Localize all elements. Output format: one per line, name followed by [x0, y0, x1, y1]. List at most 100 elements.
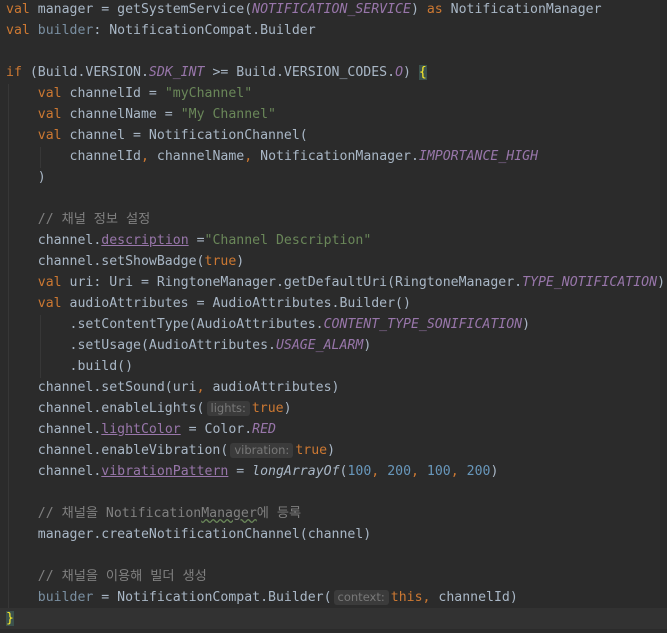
code-token: (Build.VERSION.	[29, 65, 149, 80]
keyword-token: val	[37, 107, 70, 122]
code-line[interactable]: val audioAttributes = AudioAttributes.Bu…	[0, 293, 667, 314]
constant-token: SDK_INT	[148, 65, 205, 80]
matched-brace: }	[6, 611, 14, 626]
code-line[interactable]: if (Build.VERSION.SDK_INT >= Build.VERSI…	[0, 62, 667, 83]
code-token: )	[37, 170, 46, 185]
comment: // 채널을 이용해 빌더 생성	[37, 569, 207, 584]
code-line[interactable]: val channelName = "My Channel"	[0, 104, 667, 125]
comment: // 채널 정보 설정	[37, 212, 151, 227]
string-literal: "Channel Description"	[204, 233, 372, 248]
code-token: =	[228, 464, 253, 479]
code-line[interactable]: val channel = NotificationChannel(	[0, 125, 667, 146]
variable-token: builder	[37, 590, 94, 605]
code-line[interactable]: channel.enableVibration(vibration: true)	[0, 440, 667, 461]
code-line[interactable]: channelId, channelName, NotificationMana…	[0, 146, 667, 167]
keyword-token: val	[37, 128, 70, 143]
code-line[interactable]: manager.createNotificationChannel(channe…	[0, 524, 667, 545]
code-line[interactable]: val manager = getSystemService(NOTIFICAT…	[0, 0, 667, 20]
code-token: )	[236, 254, 245, 269]
code-line[interactable]: channel.setSound(uri, audioAttributes)	[0, 377, 667, 398]
constant-token: USAGE_ALARM	[275, 338, 364, 353]
keyword-token: val	[37, 296, 70, 311]
parameter-hint: lights:	[206, 401, 250, 416]
constant-token: NOTIFICATION_SERVICE	[252, 2, 411, 17]
keyword-token: val	[37, 86, 70, 101]
code-line[interactable]	[0, 482, 667, 503]
keyword-token: true	[204, 254, 237, 269]
keyword-token: ,	[371, 464, 388, 479]
property-token: lightColor	[101, 422, 181, 437]
code-token: )	[327, 443, 336, 458]
code-line[interactable]: )	[0, 167, 667, 188]
code-line[interactable]: val uri: Uri = RingtoneManager.getDefaul…	[0, 272, 667, 293]
code-token: channelName =	[69, 107, 181, 122]
code-token: channel.	[37, 422, 102, 437]
code-token: )	[283, 401, 292, 416]
keyword-token: val	[6, 23, 38, 38]
code-line[interactable]: // 채널 정보 설정	[0, 209, 667, 230]
number-literal: 100	[347, 464, 372, 479]
code-token: )	[403, 65, 419, 80]
code-line[interactable]: val builder: NotificationCompat.Builder	[0, 20, 667, 41]
code-token: audioAttributes = AudioAttributes.Builde…	[69, 296, 411, 311]
code-line[interactable]	[0, 188, 667, 209]
code-token: >= Build.VERSION_CODES.	[204, 65, 396, 80]
code-token: .setUsage(AudioAttributes.	[69, 338, 276, 353]
code-token: NotificationManager	[450, 2, 602, 17]
code-line[interactable]: // 채널을 NotificationManager에 등록	[0, 503, 667, 524]
code-line[interactable]: builder = NotificationCompat.Builder(con…	[0, 587, 667, 608]
code-token: =	[188, 233, 205, 248]
code-editor[interactable]: val manager = getSystemService(NOTIFICAT…	[0, 0, 667, 633]
code-line[interactable]: .build()	[0, 356, 667, 377]
property-token: vibrationPattern	[101, 464, 229, 479]
code-token: )	[363, 338, 372, 353]
code-line[interactable]: channel.description ="Channel Descriptio…	[0, 230, 667, 251]
code-token: channel.setSound(uri	[37, 380, 197, 395]
code-token: channel.	[37, 464, 102, 479]
code-token: )	[410, 2, 427, 17]
code-token: = NotificationCompat.Builder(	[93, 590, 332, 605]
code-line[interactable]: val channelId = "myChannel"	[0, 83, 667, 104]
code-token: manager = getSystemService(	[37, 2, 253, 17]
keyword-token: ,	[411, 464, 427, 479]
string-literal: "My Channel"	[180, 107, 276, 122]
code-line[interactable]: channel.vibrationPattern = longArrayOf(1…	[0, 461, 667, 482]
parameter-hint: vibration:	[230, 443, 294, 458]
code-token: channelId)	[438, 590, 518, 605]
code-token: .setContentType(AudioAttributes.	[69, 317, 324, 332]
code-line[interactable]: channel.enableLights(lights: true)	[0, 398, 667, 419]
code-line[interactable]	[0, 545, 667, 566]
code-token: = Color.	[180, 422, 253, 437]
code-line[interactable]: }	[0, 608, 667, 629]
code-line[interactable]: .setContentType(AudioAttributes.CONTENT_…	[0, 314, 667, 335]
comment: 에 등록	[256, 506, 302, 521]
comment-typo-highlight: Manager	[201, 506, 257, 521]
variable-token: builder	[37, 23, 94, 38]
keyword-token: true	[295, 443, 328, 458]
code-line[interactable]	[0, 41, 667, 62]
keyword-token: ,	[422, 590, 439, 605]
constant-token: IMPORTANCE_HIGH	[418, 149, 539, 164]
code-token: channelId =	[69, 86, 165, 101]
keyword-token: ,	[141, 149, 157, 164]
keyword-token: this	[390, 590, 423, 605]
code-token: NotificationManager.	[260, 149, 419, 164]
code-token: audioAttributes)	[212, 380, 340, 395]
code-line[interactable]: channel.lightColor = Color.RED	[0, 419, 667, 440]
code-line[interactable]: .setUsage(AudioAttributes.USAGE_ALARM)	[0, 335, 667, 356]
code-line[interactable]: channel.setShowBadge(true)	[0, 251, 667, 272]
code-line[interactable]: // 채널을 이용해 빌더 생성	[0, 566, 667, 587]
